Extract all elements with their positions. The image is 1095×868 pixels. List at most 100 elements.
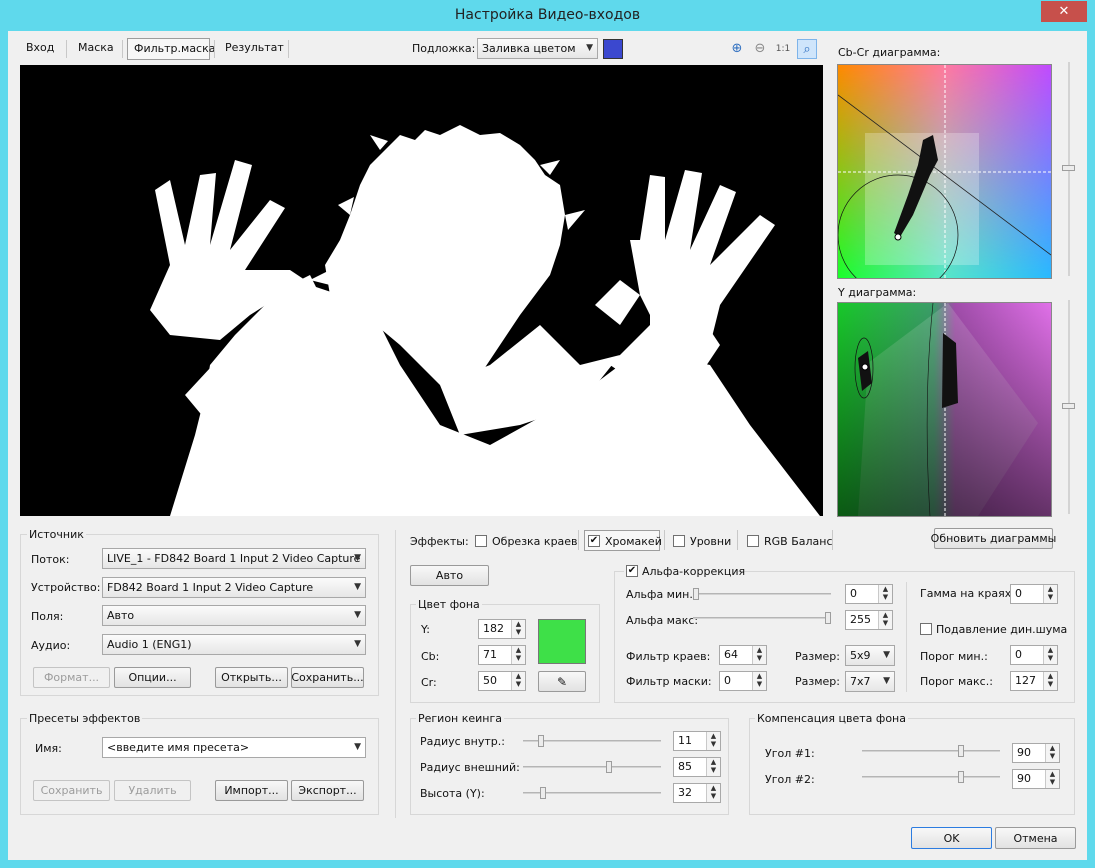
open-button[interactable]: Открыть... [215,667,288,688]
spin-arrows-icon[interactable]: ▲ ▼ [752,646,766,664]
save-source-button[interactable]: Сохранить... [291,667,364,688]
stream-select[interactable]: LIVE_1 - FD842 Board 1 Input 2 Video Cap… [102,548,366,569]
ok-button[interactable]: OK [911,827,992,849]
threshold-max-spinner[interactable]: 127 ▲ ▼ [1010,671,1058,691]
import-button[interactable]: Импорт... [215,780,288,801]
angle1-slider[interactable] [862,745,1000,757]
cr-label: Cr: [421,676,437,689]
y-zoom-thumb[interactable] [1062,403,1075,409]
zoom-fit-icon[interactable]: ⌕ [797,39,817,59]
options-button[interactable]: Опции... [114,667,191,688]
save-preset-button[interactable]: Сохранить [33,780,110,801]
panel-divider [395,530,396,818]
alpha-max-thumb[interactable] [825,612,831,624]
edge-filter-spinner[interactable]: 64 ▲ ▼ [719,645,767,665]
spin-arrows-icon[interactable]: ▲ ▼ [1045,770,1059,788]
height-thumb[interactable] [540,787,546,799]
spin-arrows-icon[interactable]: ▲ ▼ [1045,744,1059,762]
outer-radius-spinner[interactable]: 85 ▲ ▼ [673,757,721,777]
tab-input[interactable]: Вход [20,38,60,60]
refresh-diagrams-button[interactable]: Обновить диаграммы [931,528,1056,549]
spin-arrows-icon[interactable]: ▲ ▼ [878,611,892,629]
fields-label: Поля: [31,610,64,623]
size2-select[interactable]: 7x7 ▼ [845,671,895,692]
alpha-max-spinner[interactable]: 255 ▲ ▼ [845,610,893,630]
spin-arrows-icon[interactable]: ▲ ▼ [511,646,525,664]
outer-radius-thumb[interactable] [606,761,612,773]
compensation-title: Компенсация цвета фона [755,712,908,725]
size1-select[interactable]: 5x9 ▼ [845,645,895,666]
zoom-100-icon[interactable]: 1:1 [773,39,793,59]
chromakey-checkbox[interactable]: ✔ [588,535,600,547]
y-plot [838,303,1051,516]
spin-arrows-icon[interactable]: ▲ ▼ [706,758,720,776]
angle1-value: 90 [1017,746,1031,759]
inner-radius-thumb[interactable] [538,735,544,747]
effects-divider [664,530,665,550]
tab-filter-mask[interactable]: Фильтр.маска [127,38,216,60]
eyedropper-icon[interactable]: ✎ [538,671,586,692]
device-select[interactable]: FD842 Board 1 Input 2 Video Capture ▼ [102,577,366,598]
cancel-button[interactable]: Отмена [995,827,1076,849]
levels-label: Уровни [690,535,732,548]
height-spinner[interactable]: 32 ▲ ▼ [673,783,721,803]
spin-arrows-icon[interactable]: ▲ ▼ [752,672,766,690]
angle2-slider[interactable] [862,771,1000,783]
alpha-min-spinner[interactable]: 0 ▲ ▼ [845,584,893,604]
noise-suppression-checkbox[interactable] [920,623,932,635]
close-button[interactable]: ✕ [1041,1,1087,22]
zoom-out-icon[interactable]: ⊖ [750,39,770,59]
cbcr-zoom-thumb[interactable] [1062,165,1075,171]
tab-result[interactable]: Результат [219,38,290,60]
audio-select[interactable]: Audio 1 (ENG1) ▼ [102,634,366,655]
preset-name-select[interactable]: <введите имя пресета> ▼ [102,737,366,758]
export-button[interactable]: Экспорт... [291,780,364,801]
height-slider[interactable] [523,787,661,799]
spin-arrows-icon[interactable]: ▲ ▼ [878,585,892,603]
spin-arrows-icon[interactable]: ▲ ▼ [511,620,525,638]
alpha-min-thumb[interactable] [693,588,699,600]
spin-arrows-icon[interactable]: ▲ ▼ [706,784,720,802]
y-spinner[interactable]: 182 ▲ ▼ [478,619,526,639]
format-button[interactable]: Формат... [33,667,110,688]
levels-checkbox[interactable] [673,535,685,547]
chevron-down-icon: ▼ [354,639,361,649]
mask-filter-spinner[interactable]: 0 ▲ ▼ [719,671,767,691]
source-title: Источник [27,528,86,541]
cr-spinner[interactable]: 50 ▲ ▼ [478,671,526,691]
spin-arrows-icon[interactable]: ▲ ▼ [1043,585,1057,603]
alpha-min-slider[interactable] [693,588,831,600]
preset-name-label: Имя: [35,742,62,755]
outer-radius-slider[interactable] [523,761,661,773]
tab-mask[interactable]: Маска [72,38,120,60]
background-color-swatch[interactable] [603,39,623,59]
inner-radius-spinner[interactable]: 11 ▲ ▼ [673,731,721,751]
delete-preset-button[interactable]: Удалить [114,780,191,801]
angle2-thumb[interactable] [958,771,964,783]
edge-crop-checkbox[interactable] [475,535,487,547]
gamma-spinner[interactable]: 0 ▲ ▼ [1010,584,1058,604]
alpha-max-slider[interactable] [693,612,831,624]
edge-filter-label: Фильтр краев: [626,650,711,663]
zoom-in-icon[interactable]: ⊕ [727,39,747,59]
key-color-swatch[interactable] [538,619,586,664]
mask-preview [20,65,823,516]
angle2-spinner[interactable]: 90 ▲ ▼ [1012,769,1060,789]
inner-radius-slider[interactable] [523,735,661,747]
chevron-down-icon: ▼ [354,553,361,563]
alpha-correction-checkbox[interactable]: ✔ [626,565,638,577]
spin-arrows-icon[interactable]: ▲ ▼ [511,672,525,690]
angle1-spinner[interactable]: 90 ▲ ▼ [1012,743,1060,763]
background-select[interactable]: Заливка цветом ▼ [477,38,598,59]
size2-label: Размер: [795,675,840,688]
spin-arrows-icon[interactable]: ▲ ▼ [1043,646,1057,664]
spin-arrows-icon[interactable]: ▲ ▼ [706,732,720,750]
fields-select[interactable]: Авто ▼ [102,605,366,626]
angle1-thumb[interactable] [958,745,964,757]
cb-spinner[interactable]: 71 ▲ ▼ [478,645,526,665]
size1-value: 5x9 [850,649,871,662]
spin-arrows-icon[interactable]: ▲ ▼ [1043,672,1057,690]
rgb-balance-checkbox[interactable] [747,535,759,547]
threshold-min-spinner[interactable]: 0 ▲ ▼ [1010,645,1058,665]
auto-button[interactable]: Авто [410,565,489,586]
